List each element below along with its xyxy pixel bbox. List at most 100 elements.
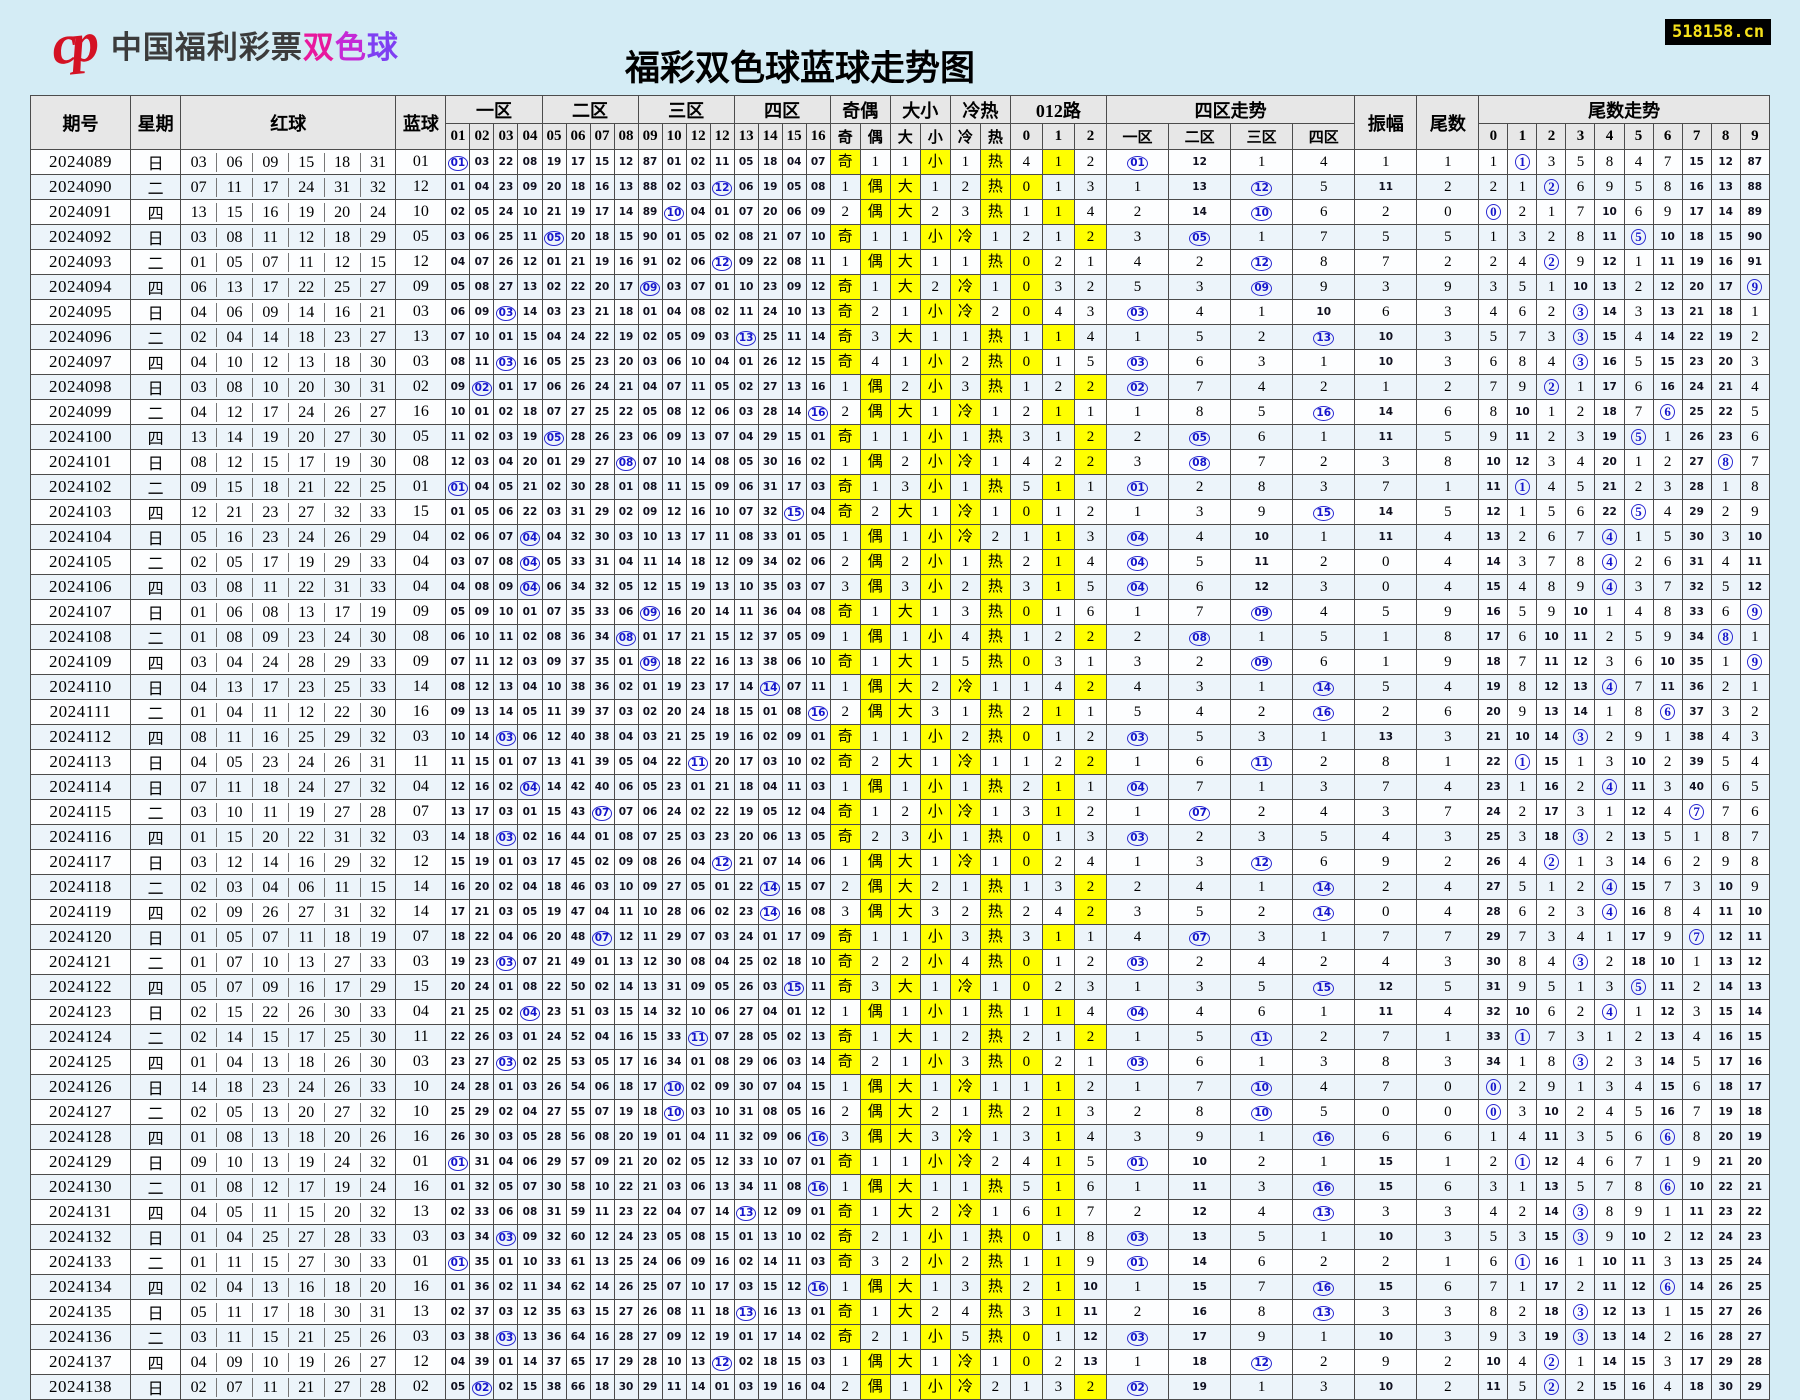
cell-oe: 奇 <box>830 425 860 450</box>
cell-zone: 06 <box>710 1000 734 1025</box>
cell-tw: 2 <box>1537 300 1566 325</box>
cell-oe: 1 <box>860 475 890 500</box>
cell-oe: 冷 <box>950 225 980 250</box>
cell-tw: 10 <box>1624 750 1653 775</box>
cell-tw: 27 <box>1682 450 1711 475</box>
cell-zone: 19 <box>542 150 566 175</box>
cell-oe: 大 <box>890 1075 920 1100</box>
cell-r012: 0 <box>1010 650 1042 675</box>
cell-r012: 2 <box>1042 450 1074 475</box>
cell-red-balls: 041217242627 <box>181 400 396 425</box>
cell-tw: 3 <box>1537 450 1566 475</box>
cell-r012: 1 <box>1042 1150 1074 1175</box>
cell-tw: 2 <box>1624 550 1653 575</box>
red-ball-number: 04 <box>181 1353 217 1372</box>
cell-fz: 2 <box>1293 450 1355 475</box>
cell-zone: 35 <box>758 575 782 600</box>
cell-zone: 14 <box>758 900 782 925</box>
cell-tw: 15 <box>1682 150 1711 175</box>
cell-zone: 29 <box>542 1150 566 1175</box>
cell-zone: 04 <box>734 425 758 450</box>
cell-week: 日 <box>131 850 181 875</box>
cell-oe: 热 <box>980 475 1010 500</box>
cell-fz: 2 <box>1169 475 1231 500</box>
drawn-number-circle: 2 <box>1544 1354 1559 1370</box>
cell-fz: 03 <box>1106 725 1168 750</box>
cell-tw: 6 <box>1624 200 1653 225</box>
cell-fz: 2 <box>1231 900 1293 925</box>
cell-tw: 1 <box>1508 475 1537 500</box>
cell-oe: 2 <box>860 750 890 775</box>
red-ball-number: 11 <box>253 228 289 247</box>
cell-oe: 1 <box>860 650 890 675</box>
cell-fz: 14 <box>1293 900 1355 925</box>
red-ball-number: 08 <box>217 1178 253 1197</box>
cell-zone: 09 <box>758 1125 782 1150</box>
cell-red-balls: 010507111819 <box>181 925 396 950</box>
cell-tail: 6 <box>1417 400 1479 425</box>
cell-amp: 10 <box>1355 350 1417 375</box>
cell-zone: 04 <box>518 675 542 700</box>
cell-oe: 奇 <box>830 300 860 325</box>
header-cell: 0 <box>1010 124 1042 150</box>
cell-zone: 05 <box>710 975 734 1000</box>
cell-blue: 10 <box>396 1075 446 1100</box>
red-ball-number: 22 <box>289 828 325 847</box>
cell-red-balls: 061317222527 <box>181 275 396 300</box>
cell-zone: 38 <box>542 1375 566 1400</box>
cell-oe: 1 <box>950 775 980 800</box>
cell-tw: 3 <box>1566 1325 1595 1350</box>
cell-fz: 1 <box>1231 625 1293 650</box>
cell-zone: 05 <box>710 375 734 400</box>
cell-zone: 01 <box>590 825 614 850</box>
cell-fz: 8 <box>1169 1100 1231 1125</box>
red-ball-number: 11 <box>217 1303 253 1322</box>
cell-zone: 18 <box>518 400 542 425</box>
cell-tw: 12 <box>1508 450 1537 475</box>
cell-r012: 2 <box>1042 250 1074 275</box>
cell-oe: 2 <box>920 675 950 700</box>
red-ball-number: 27 <box>289 1253 325 1272</box>
cell-zone: 06 <box>470 225 494 250</box>
cell-tw: 17 <box>1711 275 1740 300</box>
cell-fz: 1 <box>1106 325 1168 350</box>
red-ball-number: 11 <box>217 778 253 797</box>
cell-zone: 02 <box>446 200 470 225</box>
cell-tw: 6 <box>1682 1075 1711 1100</box>
cell-amp: 15 <box>1355 1150 1417 1175</box>
cell-blue: 04 <box>396 550 446 575</box>
cell-amp: 10 <box>1355 1325 1417 1350</box>
red-ball-number: 32 <box>361 828 396 847</box>
cell-tw: 10 <box>1508 400 1537 425</box>
cell-fz: 6 <box>1169 350 1231 375</box>
cell-oe: 冷 <box>950 300 980 325</box>
cell-tw: 21 <box>1479 725 1508 750</box>
cell-zone: 05 <box>518 1125 542 1150</box>
cell-tw: 4 <box>1479 1200 1508 1225</box>
drawn-number-circle: 6 <box>1660 704 1675 720</box>
cell-tw: 6 <box>1624 1125 1653 1150</box>
red-balls: 040511152032 <box>181 1203 395 1222</box>
cell-zone: 39 <box>566 700 590 725</box>
cell-zone: 14 <box>590 1275 614 1300</box>
cell-tw: 6 <box>1624 375 1653 400</box>
cell-zone: 07 <box>662 1275 686 1300</box>
red-ball-number: 14 <box>253 328 289 347</box>
cell-zone: 30 <box>734 1075 758 1100</box>
cell-amp: 9 <box>1355 850 1417 875</box>
cell-oe: 1 <box>830 775 860 800</box>
cell-tw: 7 <box>1479 375 1508 400</box>
drawn-number-circle: 10 <box>1251 206 1272 221</box>
cell-zone: 01 <box>518 600 542 625</box>
red-ball-number: 20 <box>289 1103 325 1122</box>
cell-zone: 03 <box>686 825 710 850</box>
cell-oe: 2 <box>860 1050 890 1075</box>
cell-fz: 02 <box>1106 1375 1168 1400</box>
cell-tw: 4 <box>1595 525 1624 550</box>
cell-zone: 38 <box>470 1325 494 1350</box>
cell-tw: 2 <box>1566 1000 1595 1025</box>
drawn-number-circle: 09 <box>1251 656 1272 671</box>
cell-fz: 10 <box>1169 1150 1231 1175</box>
cell-fz: 1 <box>1231 675 1293 700</box>
cell-tw: 14 <box>1537 1200 1566 1225</box>
